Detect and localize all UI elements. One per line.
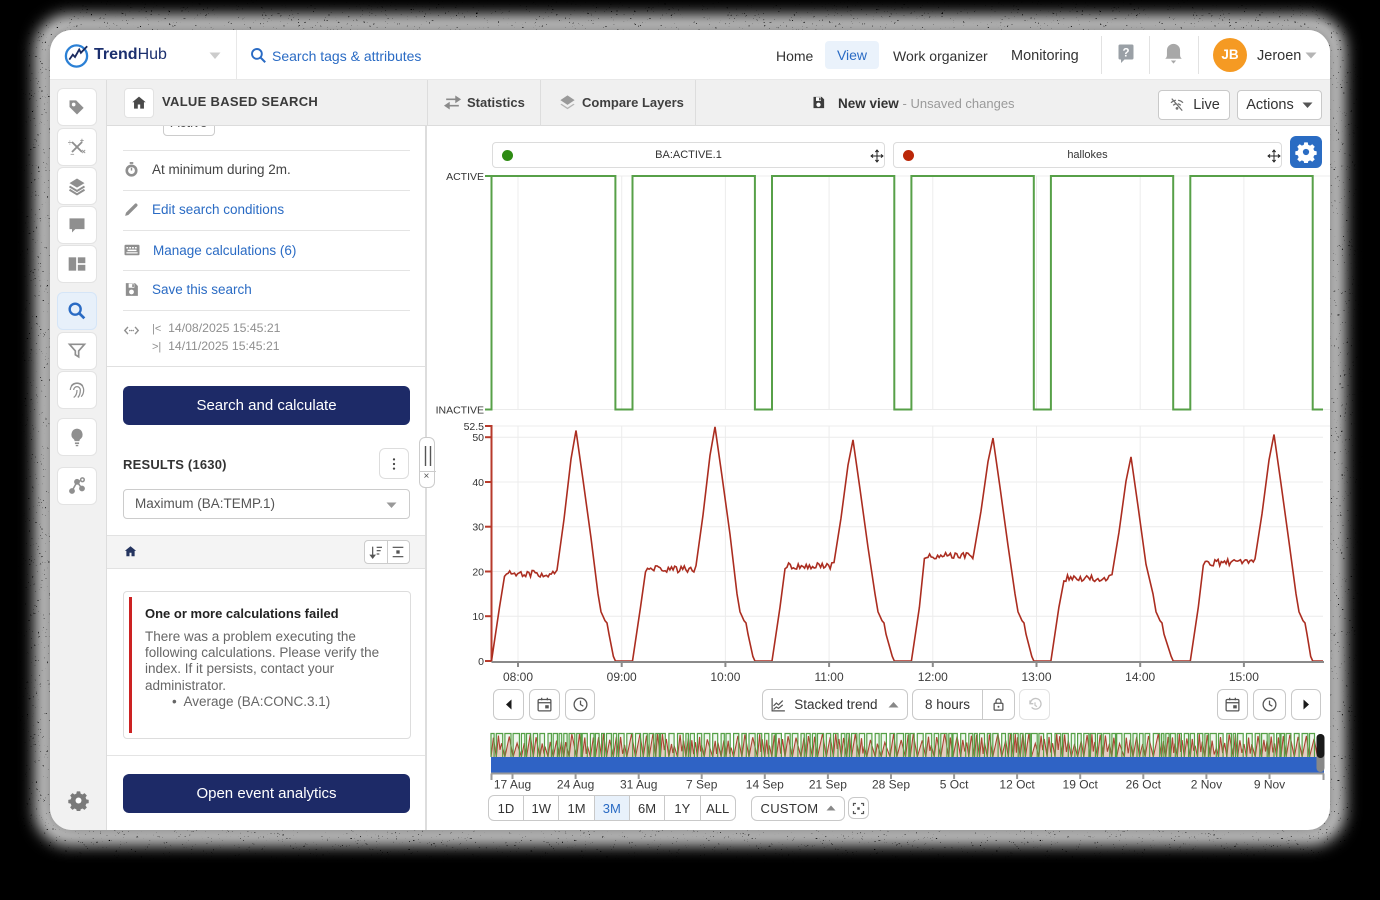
svg-text:52.5: 52.5 — [464, 421, 485, 433]
svg-text:÷: ÷ — [68, 139, 72, 147]
svg-text:7 Sep: 7 Sep — [686, 778, 718, 792]
svg-text:×: × — [82, 148, 86, 156]
svg-text:17 Aug: 17 Aug — [494, 778, 531, 792]
svg-text:10: 10 — [472, 611, 484, 623]
svg-text:28 Sep: 28 Sep — [872, 778, 910, 792]
svg-text:31 Aug: 31 Aug — [620, 778, 657, 792]
svg-text:50: 50 — [472, 432, 484, 444]
svg-text:9 Nov: 9 Nov — [1254, 778, 1285, 792]
svg-text:09:00: 09:00 — [607, 670, 637, 684]
svg-text:30: 30 — [472, 522, 484, 534]
svg-text:0: 0 — [478, 656, 484, 668]
svg-text:INACTIVE: INACTIVE — [436, 405, 484, 417]
svg-text:19 Oct: 19 Oct — [1063, 778, 1099, 792]
svg-text:13:00: 13:00 — [1021, 670, 1051, 684]
svg-text:–: – — [70, 151, 74, 157]
svg-text:26 Oct: 26 Oct — [1126, 778, 1162, 792]
svg-text:20: 20 — [472, 567, 484, 579]
svg-text:2 Nov: 2 Nov — [1191, 778, 1222, 792]
svg-text:15:00: 15:00 — [1229, 670, 1259, 684]
svg-text:+: + — [80, 137, 84, 145]
svg-text:12 Oct: 12 Oct — [999, 778, 1035, 792]
svg-text:5 Oct: 5 Oct — [940, 778, 969, 792]
svg-text:11:00: 11:00 — [815, 670, 844, 684]
svg-text:?: ? — [1122, 48, 1129, 60]
svg-text:14 Sep: 14 Sep — [746, 778, 784, 792]
svg-text:10:00: 10:00 — [710, 670, 740, 684]
svg-text:12:00: 12:00 — [918, 670, 948, 684]
svg-text:40: 40 — [472, 477, 484, 489]
svg-text:21 Sep: 21 Sep — [809, 778, 847, 792]
svg-text:ACTIVE: ACTIVE — [446, 171, 484, 183]
svg-text:14:00: 14:00 — [1125, 670, 1155, 684]
svg-text:24 Aug: 24 Aug — [557, 778, 594, 792]
svg-text:08:00: 08:00 — [503, 670, 533, 684]
